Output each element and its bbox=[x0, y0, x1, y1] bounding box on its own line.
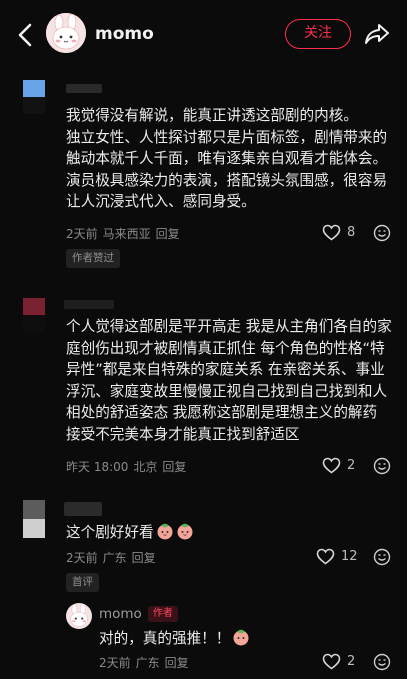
author-avatar[interactable] bbox=[46, 13, 86, 53]
emoji-reaction-icon[interactable] bbox=[373, 653, 391, 671]
commenter-name-blurred[interactable] bbox=[64, 300, 114, 309]
like-count: 12 bbox=[341, 549, 358, 564]
peach-emoji-icon bbox=[157, 523, 173, 540]
comment-text: 个人觉得这部剧是平开高走 我是从主角们各自的家庭创伤出现才被剧情真正抓住 每个角… bbox=[66, 318, 392, 443]
comment-time: 2天前 bbox=[66, 551, 98, 565]
like-button[interactable]: 2 bbox=[322, 457, 355, 474]
reply-text: 对的，真的强推！！ bbox=[99, 630, 231, 647]
peach-emoji-icon bbox=[177, 523, 193, 540]
reply-button[interactable]: 回复 bbox=[162, 460, 186, 474]
reply-button[interactable]: 回复 bbox=[165, 656, 189, 670]
heart-icon bbox=[322, 653, 341, 670]
comment-item: 我觉得没有解说，能真正讲透这部剧的内核。 独立女性、人性探讨都只是片面标签，剧情… bbox=[0, 80, 407, 270]
like-button[interactable]: 2 bbox=[322, 653, 355, 670]
avatar[interactable] bbox=[66, 603, 92, 629]
reply-author-row: momo 作者 bbox=[99, 606, 178, 622]
reply-button[interactable]: 回复 bbox=[132, 551, 156, 565]
comment-text-row: 这个剧好好看 bbox=[66, 522, 394, 544]
peach-emoji-icon bbox=[233, 629, 249, 646]
bunny-avatar-icon bbox=[46, 13, 86, 53]
reply-button[interactable]: 回复 bbox=[156, 227, 180, 241]
avatar[interactable] bbox=[23, 500, 45, 538]
comment-time: 2天前 bbox=[66, 227, 98, 241]
reply-meta: 2天前 广东 回复 bbox=[99, 654, 194, 671]
follow-button[interactable]: 关注 bbox=[285, 19, 351, 49]
emoji-reaction-icon[interactable] bbox=[373, 224, 391, 242]
commenter-name-blurred[interactable] bbox=[66, 84, 102, 93]
top-bar: momo 关注 bbox=[0, 0, 407, 70]
comment-location: 北京 bbox=[133, 460, 158, 474]
emoji-reaction-icon[interactable] bbox=[373, 457, 391, 475]
first-comment-tag: 首评 bbox=[66, 573, 99, 592]
like-count: 2 bbox=[347, 654, 356, 669]
avatar[interactable] bbox=[23, 80, 45, 114]
bunny-avatar-icon bbox=[66, 603, 92, 629]
reply-time: 2天前 bbox=[99, 656, 131, 670]
reply-author-name[interactable]: momo bbox=[99, 606, 142, 622]
author-name[interactable]: momo bbox=[95, 24, 154, 44]
chevron-left-icon[interactable] bbox=[12, 20, 38, 50]
author-liked-tag: 作者赞过 bbox=[66, 249, 120, 268]
comment-text: 我觉得没有解说，能真正讲透这部剧的内核。 独立女性、人性探讨都只是片面标签，剧情… bbox=[66, 107, 388, 210]
comment-item: 个人觉得这部剧是平开高走 我是从主角们各自的家庭创伤出现才被剧情真正抓住 每个角… bbox=[0, 298, 407, 478]
comment-text: 这个剧好好看 bbox=[66, 524, 154, 541]
heart-icon bbox=[322, 457, 341, 474]
comment-meta: 2天前 马来西亚 回复 bbox=[66, 225, 185, 242]
comment-item: 这个剧好好看 2天前 广东 回复 12 首评 bbox=[0, 500, 407, 595]
comment-time: 昨天 18:00 bbox=[66, 460, 129, 474]
like-count: 2 bbox=[347, 458, 356, 473]
author-reply-item: momo 作者 对的，真的强推！！ 2天前 广东 回复 2 bbox=[0, 603, 407, 679]
like-count: 8 bbox=[347, 225, 356, 240]
comment-location: 广东 bbox=[102, 551, 127, 565]
emoji-reaction-icon[interactable] bbox=[373, 548, 391, 566]
reply-location: 广东 bbox=[135, 656, 160, 670]
comment-meta: 昨天 18:00 北京 回复 bbox=[66, 458, 191, 475]
comment-location: 马来西亚 bbox=[102, 227, 151, 241]
avatar[interactable] bbox=[23, 298, 45, 332]
reply-text-row: 对的，真的强推！！ bbox=[99, 627, 250, 648]
heart-icon bbox=[322, 224, 341, 241]
comment-meta: 2天前 广东 回复 bbox=[66, 549, 161, 566]
share-arrow-icon[interactable] bbox=[363, 20, 391, 48]
commenter-name-blurred[interactable] bbox=[64, 502, 102, 516]
like-button[interactable]: 12 bbox=[316, 548, 358, 565]
author-tag: 作者 bbox=[147, 606, 178, 622]
like-button[interactable]: 8 bbox=[322, 224, 355, 241]
heart-icon bbox=[316, 548, 335, 565]
